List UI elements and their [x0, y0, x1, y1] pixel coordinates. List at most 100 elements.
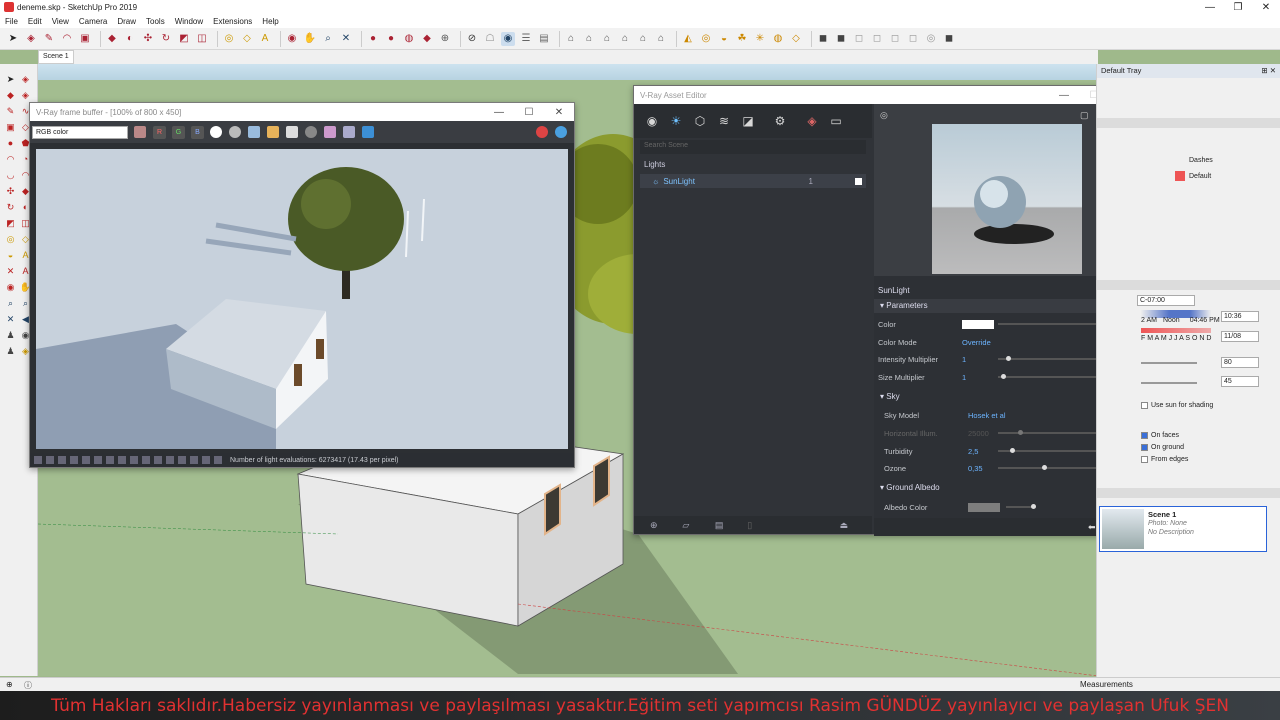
sandbox-scratch-icon[interactable]: ◎	[699, 32, 713, 46]
tape-icon[interactable]: ◎	[4, 233, 17, 246]
zoom-tool-icon[interactable]: ⌕	[321, 32, 335, 46]
vfb-blue-channel[interactable]: B	[191, 125, 204, 139]
solid-tools-icon[interactable]: ◼	[816, 32, 830, 46]
rectangle-tool-icon[interactable]: ▣	[78, 32, 92, 46]
settings-icon[interactable]: ⚙	[772, 113, 788, 129]
vfb-lens-icon[interactable]	[362, 126, 374, 138]
vfb-status-icon[interactable]	[178, 456, 186, 464]
ae-minimize-button[interactable]: —	[1049, 90, 1079, 101]
render-interactive-icon[interactable]: ◈	[804, 113, 820, 129]
vfb-maximize-button[interactable]: ☐	[514, 107, 544, 118]
vfb-green-channel[interactable]: G	[172, 125, 185, 139]
geo-location-icon[interactable]: ⊕	[438, 32, 452, 46]
warehouse-icon[interactable]: ●	[366, 32, 380, 46]
subtract-icon[interactable]: ◻	[888, 32, 902, 46]
dimension-tool-icon[interactable]: ◇	[240, 32, 254, 46]
menu-help[interactable]: Help	[262, 17, 278, 26]
make-component-icon[interactable]: ◈	[19, 73, 32, 86]
position-camera-icon[interactable]: ♟	[4, 329, 17, 342]
add-detail-icon[interactable]: ◍	[771, 32, 785, 46]
vfb-status-icon[interactable]	[214, 456, 222, 464]
menu-tools[interactable]: Tools	[146, 17, 165, 26]
outer-shell-icon[interactable]: ◼	[834, 32, 848, 46]
move-tool-icon[interactable]: ✣	[141, 32, 155, 46]
info-icon[interactable]: ⓘ	[24, 680, 32, 691]
sandbox-icon[interactable]: ◭	[681, 32, 695, 46]
light-list-item[interactable]: ☼ SunLight 1	[640, 174, 866, 188]
menu-window[interactable]: Window	[175, 17, 203, 26]
vfb-channel-select[interactable]: RGB color	[32, 125, 128, 139]
text-tool-icon[interactable]: A	[258, 32, 272, 46]
ruby-icon[interactable]: ◆	[420, 32, 434, 46]
color-swatch[interactable]	[962, 319, 994, 329]
select-tool-icon[interactable]: ➤	[6, 32, 20, 46]
save-asset-icon[interactable]: ▤	[715, 520, 727, 531]
preview-window-icon[interactable]: ▢	[1080, 110, 1089, 121]
color-mode-dropdown[interactable]: Override	[962, 338, 1022, 347]
add-asset-icon[interactable]: ⊕	[650, 520, 662, 531]
menu-extensions[interactable]: Extensions	[213, 17, 252, 26]
union-icon[interactable]: ◻	[870, 32, 884, 46]
arc-icon[interactable]: ◠	[4, 153, 17, 166]
look-around-icon[interactable]: ◉	[501, 31, 515, 46]
vfb-render-icon[interactable]	[555, 126, 567, 138]
view-back-icon[interactable]: ⌂	[636, 32, 650, 46]
vfb-mono-icon[interactable]	[229, 126, 241, 138]
eraser-icon[interactable]: ◈	[19, 89, 32, 102]
follow-me-tool-icon[interactable]: ◐	[123, 32, 137, 46]
orbit-icon[interactable]: ◉	[4, 281, 17, 294]
scale-tool-icon[interactable]: ◩	[177, 32, 191, 46]
extension-warehouse-icon[interactable]: ●	[384, 32, 398, 46]
from-edges-row[interactable]: From edges	[1141, 456, 1188, 463]
flip-edge-icon[interactable]: ◇	[789, 32, 803, 46]
vfb-status-icon[interactable]	[94, 456, 102, 464]
light-enabled-swatch[interactable]	[855, 177, 862, 185]
vfb-status-icon[interactable]	[118, 456, 126, 464]
rotate-tool-icon[interactable]: ↻	[159, 32, 173, 46]
line-icon[interactable]: ✎	[4, 105, 17, 118]
geo-location-icon[interactable]: ⊕	[6, 680, 13, 689]
preview-toggle-icon[interactable]: ◎	[880, 110, 888, 121]
scene-list-item[interactable]: Scene 1 Photo: None No Description	[1099, 506, 1267, 552]
vfb-status-icon[interactable]	[130, 456, 138, 464]
albedo-slider[interactable]	[1006, 504, 1036, 509]
style-row-default[interactable]: Default	[1175, 171, 1211, 181]
rotate-icon[interactable]: ↻	[4, 201, 17, 214]
vfb-clear-icon[interactable]	[286, 126, 298, 138]
back-arrow-icon[interactable]: ⬅	[1088, 522, 1096, 533]
geometry-icon[interactable]: ⬡	[692, 113, 708, 129]
vfb-close-button[interactable]: ✕	[544, 107, 574, 118]
lights-icon[interactable]: ☀	[668, 113, 684, 129]
vfb-status-icon[interactable]	[82, 456, 90, 464]
walk-icon[interactable]: ☰	[519, 32, 533, 46]
view-iso-icon[interactable]: ⌂	[564, 32, 578, 46]
vfb-status-icon[interactable]	[34, 456, 42, 464]
vray-frame-buffer-window[interactable]: V-Ray frame buffer - [100% of 800 x 450]…	[29, 102, 575, 468]
tab-scene-1[interactable]: Scene 1	[38, 50, 74, 64]
tray-pin-icon[interactable]: ⊞ ✕	[1261, 66, 1276, 76]
tape-measure-icon[interactable]: ◎	[222, 32, 236, 46]
styles-panel-header[interactable]	[1097, 118, 1280, 128]
smoove-icon[interactable]: ◒	[717, 32, 731, 46]
vfb-folder-icon[interactable]	[267, 126, 279, 138]
vfb-status-icon[interactable]	[58, 456, 66, 464]
view-front-icon[interactable]: ⌂	[600, 32, 614, 46]
section-plane-icon[interactable]: ⊘	[465, 32, 479, 46]
date-input[interactable]: 11/08	[1221, 331, 1259, 342]
vfb-save-icon[interactable]	[248, 126, 260, 138]
materials-icon[interactable]: ◉	[644, 113, 660, 129]
orbit-tool-icon[interactable]: ◉	[285, 32, 299, 46]
vfb-status-icon[interactable]	[154, 456, 162, 464]
menu-edit[interactable]: Edit	[28, 17, 42, 26]
intensity-value[interactable]: 1	[962, 355, 1000, 364]
vfb-status-icon[interactable]	[70, 456, 78, 464]
vray-asset-editor-window[interactable]: V-Ray Asset Editor — ☐ ✕ ◉ ☀ ⬡ ≋ ◪ ⚙ ◈ ▭…	[633, 85, 1140, 536]
trim-icon[interactable]: ◻	[906, 32, 920, 46]
style-row-dashes[interactable]: Dashes	[1189, 157, 1213, 164]
from-edges-checkbox[interactable]	[1141, 456, 1148, 463]
zoom-extents-icon[interactable]: ✕	[4, 313, 17, 326]
maximize-button[interactable]: ❐	[1224, 2, 1252, 13]
vfb-status-icon[interactable]	[166, 456, 174, 464]
ae-search-input[interactable]: Search Scene	[640, 140, 866, 154]
on-faces-row[interactable]: On faces	[1141, 432, 1179, 439]
